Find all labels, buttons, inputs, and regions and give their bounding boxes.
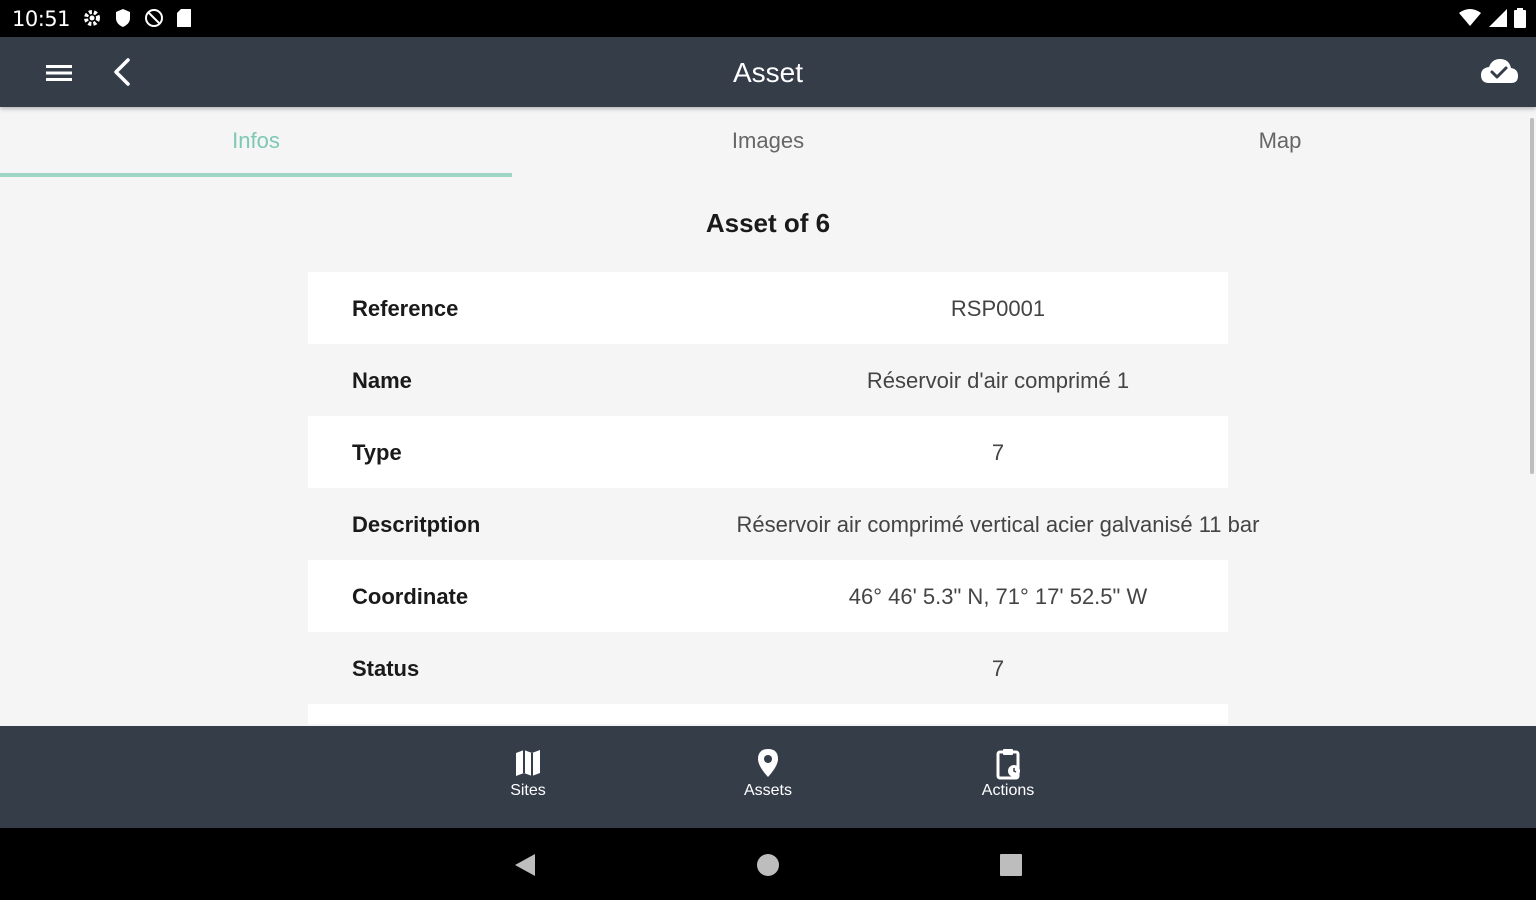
- location-pin-icon: [758, 749, 778, 777]
- page-title: Asset: [732, 57, 804, 88]
- system-back-button[interactable]: [509, 850, 539, 880]
- circle-home-icon: [757, 854, 779, 876]
- nav-label: Sites: [510, 782, 546, 799]
- tab-indicator: [0, 173, 512, 177]
- info-row-name: Name Réservoir d'air comprimé 1: [308, 344, 1228, 416]
- system-home-button[interactable]: [753, 850, 783, 880]
- shield-icon: [116, 9, 130, 27]
- row-value: Réservoir air comprimé vertical acier ga…: [736, 512, 1260, 537]
- system-recents-button[interactable]: [996, 850, 1026, 880]
- nav-actions[interactable]: Actions: [948, 746, 1068, 800]
- bottom-navigation: Sites Assets Actions: [0, 726, 1536, 828]
- cell-signal-icon: [1489, 9, 1507, 27]
- tab-bar: Infos Images Map: [0, 107, 1536, 177]
- row-label: Coordinate: [352, 584, 469, 609]
- row-value: 7: [991, 440, 1005, 465]
- row-value: 7: [991, 656, 1005, 681]
- row-label: Reference: [352, 296, 459, 321]
- row-label: Type: [352, 440, 402, 465]
- no-signal-icon: [145, 9, 163, 27]
- clipboard-icon: [996, 749, 1020, 780]
- row-value: 46° 46' 5.3" N, 71° 17' 52.5" W: [848, 584, 1148, 609]
- row-label: Status: [352, 656, 420, 681]
- section-title: Asset of 6: [705, 208, 831, 238]
- status-bar: 10:51: [0, 0, 1536, 37]
- info-row-status: Status 7: [308, 632, 1228, 704]
- nav-sites[interactable]: Sites: [468, 746, 588, 800]
- tab-images[interactable]: Images: [512, 107, 1024, 177]
- tab-map[interactable]: Map: [1024, 107, 1536, 177]
- sd-card-icon: [177, 9, 191, 27]
- sync-button[interactable]: [1478, 55, 1520, 89]
- status-icons-right: [1458, 8, 1526, 28]
- map-icon: [516, 750, 540, 776]
- status-icons-left: [82, 8, 192, 28]
- nav-assets[interactable]: Assets: [708, 746, 828, 800]
- row-value: Réservoir d'air comprimé 1: [866, 368, 1130, 393]
- square-recents-icon: [1000, 854, 1022, 876]
- system-navigation-bar: [0, 828, 1536, 900]
- tab-infos[interactable]: Infos: [0, 107, 512, 177]
- info-row-coordinate: Coordinate 46° 46' 5.3" N, 71° 17' 52.5"…: [308, 560, 1228, 632]
- row-value: RSP0001: [950, 296, 1046, 321]
- row-label: Name: [352, 368, 412, 393]
- info-row-reference: Reference RSP0001: [308, 272, 1228, 344]
- nav-label: Assets: [743, 782, 792, 799]
- info-row-type: Type 7: [308, 416, 1228, 488]
- asset-info-list: Reference RSP0001 Name Réservoir d'air c…: [308, 272, 1259, 724]
- status-time: 10:51: [12, 7, 71, 31]
- settings-icon: [84, 10, 100, 26]
- nav-label: Actions: [981, 782, 1035, 799]
- triangle-back-icon: [515, 854, 535, 876]
- cloud-done-icon: [1481, 59, 1518, 83]
- info-row-partial: [308, 704, 1228, 724]
- battery-icon: [1514, 8, 1526, 28]
- scrollbar[interactable]: [1530, 118, 1534, 474]
- wifi-icon: [1459, 9, 1481, 26]
- app-bar: Asset: [0, 37, 1536, 107]
- row-label: Descritption: [352, 512, 481, 537]
- info-row-description: Descritption Réservoir air comprimé vert…: [308, 488, 1259, 560]
